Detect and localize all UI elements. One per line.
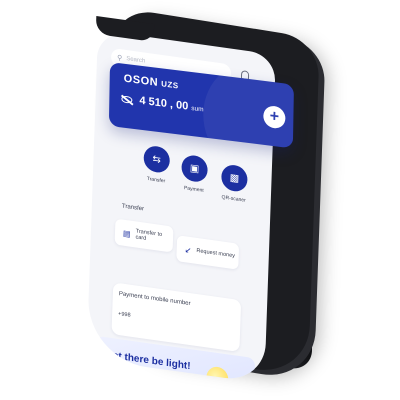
- amount-currency: sum: [191, 104, 204, 114]
- transfer-title: Transfer: [121, 203, 145, 213]
- action-label: Payment: [183, 185, 204, 194]
- request-money-label: Request money: [196, 247, 236, 260]
- search-icon: ⚲: [116, 54, 123, 63]
- action-label: Transfer: [146, 175, 166, 185]
- request-money-button[interactable]: ↙ Request money: [176, 235, 240, 270]
- receipt-icon: ▣: [181, 153, 209, 184]
- action-label: QR-scaner: [221, 194, 246, 204]
- transfer-to-card-label: Transfer to card: [135, 228, 163, 242]
- card-icon: ▤: [122, 228, 131, 239]
- action-payment[interactable]: ▣ Payment: [181, 153, 209, 194]
- qr-icon: ▩: [220, 163, 248, 193]
- hide-balance-icon[interactable]: [121, 95, 133, 104]
- brand-logo: OSON UZS: [124, 73, 179, 92]
- arrows-icon: ⇆: [143, 144, 171, 175]
- brand-name: OSON: [123, 72, 159, 89]
- lightbulb-icon: [205, 365, 229, 384]
- brand-currency: UZS: [161, 79, 179, 91]
- search-placeholder: Search: [126, 55, 146, 65]
- transfer-to-card-button[interactable]: ▤ Transfer to card: [114, 218, 174, 253]
- arrow-down-left-icon: ↙: [184, 244, 192, 255]
- amount-value: 4 510 , 00: [139, 94, 189, 113]
- quick-actions: ⇆ Transfer ▣ Payment ▩ QR-scaner: [136, 144, 268, 212]
- promo-subtitle: Pay your utilities on time: [106, 365, 161, 379]
- promo-title: Let there be light!: [106, 349, 191, 373]
- balance-amount: 4 510 , 00 sum: [139, 95, 203, 115]
- add-funds-button[interactable]: +: [263, 104, 286, 130]
- mobile-payment-title: Payment to mobile number: [118, 291, 191, 308]
- action-qr[interactable]: ▩ QR-scaner: [220, 163, 248, 204]
- phone-prefix: +998: [118, 311, 131, 319]
- action-transfer[interactable]: ⇆ Transfer: [143, 144, 171, 185]
